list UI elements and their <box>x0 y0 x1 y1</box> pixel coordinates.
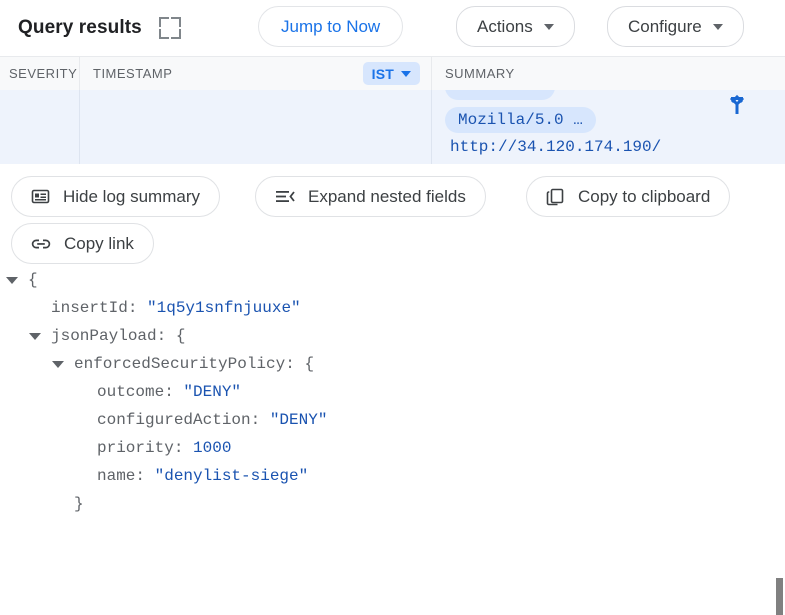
json-tree-row[interactable]: } <box>0 490 785 518</box>
chevron-down-icon <box>401 70 411 77</box>
twisty-expanded-icon[interactable] <box>29 333 41 340</box>
query-results-panel: Query results Jump to Now Actions Config… <box>0 0 785 615</box>
table-column-header: SEVERITY TIMESTAMP IST SUMMARY <box>0 56 785 91</box>
copy-link-button[interactable]: Copy link <box>11 223 154 264</box>
expand-nested-fields-label: Expand nested fields <box>308 186 466 206</box>
copy-icon <box>546 187 565 206</box>
column-header-severity[interactable]: SEVERITY <box>0 57 80 90</box>
chevron-down-icon <box>543 23 554 30</box>
json-value: "denylist-siege" <box>154 467 309 485</box>
json-tree-row[interactable]: enforcedSecurityPolicy: { <box>0 350 785 378</box>
actions-button-label: Actions <box>477 16 533 36</box>
json-tree-row[interactable]: { <box>0 266 785 294</box>
json-tree-row-text: priority: 1000 <box>97 434 231 462</box>
twisty-expanded-icon[interactable] <box>6 277 18 284</box>
json-tree-row-text: insertId: "1q5y1snfnjuuxe" <box>51 294 301 322</box>
timezone-label: IST <box>371 65 394 82</box>
json-tree-scrollbar[interactable] <box>776 266 785 615</box>
cell-summary: Mozilla/5.0 … http://34.120.174.190/ <box>432 90 785 164</box>
page-title: Query results <box>18 16 142 38</box>
json-tree-row[interactable]: outcome: "DENY" <box>0 378 785 406</box>
json-key: outcome: <box>97 383 184 401</box>
json-key: name: <box>97 467 155 485</box>
fullscreen-icon[interactable] <box>158 16 181 39</box>
configure-button-label: Configure <box>628 16 702 36</box>
twisty-expanded-icon[interactable] <box>52 361 64 368</box>
json-tree-row[interactable]: configuredAction: "DENY" <box>0 406 785 434</box>
cell-timestamp <box>80 90 432 164</box>
hide-log-summary-label: Hide log summary <box>63 186 200 206</box>
column-header-timestamp[interactable]: TIMESTAMP IST <box>80 57 432 90</box>
expand-nested-fields-button[interactable]: Expand nested fields <box>255 176 486 217</box>
json-key: priority: <box>97 439 194 457</box>
json-tree-row-text: jsonPayload: { <box>51 327 186 345</box>
chevron-down-icon <box>712 23 723 30</box>
column-header-timestamp-label: TIMESTAMP <box>93 66 173 81</box>
json-tree-row-text: enforcedSecurityPolicy: { <box>74 355 315 373</box>
json-tree-row[interactable]: name: "denylist-siege" <box>0 462 785 490</box>
link-icon <box>31 235 51 253</box>
json-key: configuredAction: <box>97 411 270 429</box>
collapse-row-icon[interactable] <box>723 94 751 116</box>
summary-chip-truncated <box>445 90 555 100</box>
json-tree-row-text: name: "denylist-siege" <box>97 462 308 490</box>
cell-severity <box>0 90 80 164</box>
copy-to-clipboard-label: Copy to clipboard <box>578 186 711 206</box>
json-tree-row-text: configuredAction: "DENY" <box>97 406 327 434</box>
log-entry-json-tree: { insertId: "1q5y1snfnjuuxe" jsonPayload: … <box>0 266 785 524</box>
actions-button[interactable]: Actions <box>456 6 575 47</box>
summary-chip-useragent[interactable]: Mozilla/5.0 … <box>445 107 596 133</box>
scrollbar-thumb[interactable] <box>776 578 783 615</box>
json-value: "DENY" <box>183 383 242 401</box>
json-value: "DENY" <box>269 411 328 429</box>
copy-to-clipboard-button[interactable]: Copy to clipboard <box>526 176 731 217</box>
column-header-summary[interactable]: SUMMARY <box>432 57 785 90</box>
json-tree-row-text: { <box>28 271 38 289</box>
json-tree-row[interactable]: jsonPayload: { <box>0 322 785 350</box>
copy-link-label: Copy link <box>64 233 134 253</box>
json-tree-row-text: } <box>74 495 84 513</box>
summary-url[interactable]: http://34.120.174.190/ <box>450 138 661 156</box>
json-tree-row[interactable]: insertId: "1q5y1snfnjuuxe" <box>0 294 785 322</box>
configure-button[interactable]: Configure <box>607 6 744 47</box>
json-value: "1q5y1snfnjuuxe" <box>147 299 301 317</box>
timezone-selector[interactable]: IST <box>362 62 420 85</box>
json-key: insertId: <box>51 299 148 317</box>
expand-nested-icon <box>275 188 295 206</box>
json-tree-row-text: outcome: "DENY" <box>97 378 241 406</box>
log-entry-actions: Hide log summary Expand nested fields Co… <box>0 164 785 266</box>
json-tree-row[interactable]: priority: 1000 <box>0 434 785 462</box>
json-value: 1000 <box>193 439 232 457</box>
jump-to-now-button[interactable]: Jump to Now <box>258 6 404 47</box>
hide-log-summary-button[interactable]: Hide log summary <box>11 176 220 217</box>
table-row[interactable]: Mozilla/5.0 … http://34.120.174.190/ <box>0 90 785 164</box>
log-summary-icon <box>31 187 50 206</box>
